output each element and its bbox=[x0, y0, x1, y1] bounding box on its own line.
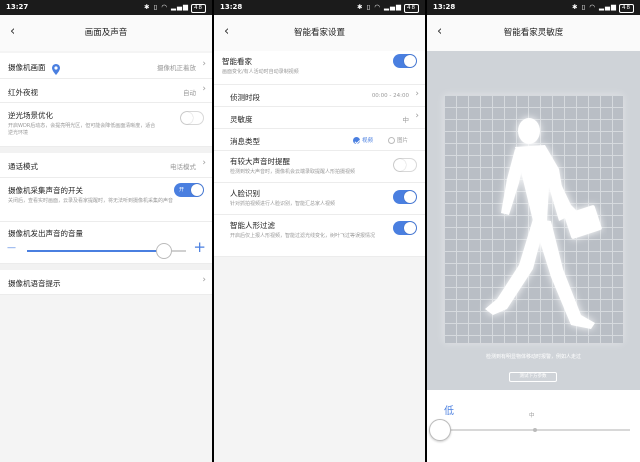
nav-bar: ‹ 智能看家设置 bbox=[214, 15, 425, 51]
location-pin-icon bbox=[52, 60, 60, 75]
backlight-label: 逆光场景优化 bbox=[8, 111, 53, 120]
page-title: 智能看家设置 bbox=[293, 28, 345, 38]
call-mode-value: 电话模式 bbox=[170, 163, 196, 171]
mic-switch-toggle[interactable]: 开 bbox=[174, 183, 204, 197]
camera-picture-item[interactable]: 摄像机画面 摄像机正着放 › bbox=[0, 53, 212, 79]
call-mode-item[interactable]: 通话模式 电话模式 › bbox=[0, 153, 212, 178]
volume-label: 摄像机发出声音的音量 bbox=[8, 229, 83, 238]
sensitivity-slider-panel: 低 中 bbox=[427, 390, 640, 462]
sensitivity-slider[interactable] bbox=[429, 419, 630, 441]
chevron-right-icon: › bbox=[202, 84, 206, 94]
volume-minus-icon[interactable]: — bbox=[7, 243, 16, 253]
smart-guard-desc: 画面变化/有人活动时自动录制视频 bbox=[222, 69, 299, 75]
chevron-right-icon: › bbox=[202, 59, 206, 69]
status-bar: 13:28 ✱ ▯ ◠ ▂▄▆ 48 bbox=[427, 0, 640, 15]
battery-icon: 48 bbox=[404, 4, 419, 13]
status-icons: ✱ ▯ ◠ ▂▄▆ bbox=[144, 3, 189, 11]
face-rec-label: 人脸识别 bbox=[230, 189, 260, 198]
detect-period-value: 00:00 - 24:00 bbox=[371, 93, 409, 99]
motion-preview: 检测到有明显物体移动时报警，例如人走过 测试下方参数 bbox=[427, 51, 640, 390]
test-button[interactable]: 测试下方参数 bbox=[509, 372, 557, 382]
chevron-right-icon: › bbox=[415, 111, 419, 121]
screen-sensitivity: 13:28 ✱ ▯ ◠ ▂▄▆ 48 ‹ 智能看家灵敏度 检测到有明显物体移动时… bbox=[427, 0, 640, 462]
voice-prompt-label: 摄像机语音提示 bbox=[8, 279, 61, 288]
smart-guard-item: 智能看家 画面变化/有人活动时自动录制视频 bbox=[214, 51, 425, 85]
camera-picture-value: 摄像机正着放 bbox=[157, 64, 196, 72]
status-time: 13:28 bbox=[433, 3, 456, 11]
chevron-right-icon: › bbox=[202, 158, 206, 168]
detect-period-item[interactable]: 侦测时段 00:00 - 24:00 › bbox=[214, 85, 425, 107]
human-filter-label: 智能人形过滤 bbox=[230, 221, 275, 230]
mic-switch-label: 摄像机采集声音的开关 bbox=[8, 186, 83, 195]
volume-slider-knob[interactable] bbox=[155, 243, 172, 259]
battery-icon: 48 bbox=[191, 4, 206, 13]
mic-switch-desc: 关闭后，查看实时画面，云录及看家提醒时，将无法听到摄像机采集的声音 bbox=[8, 198, 174, 204]
page-title: 画面及声音 bbox=[84, 28, 128, 38]
low-label: 低 bbox=[444, 406, 454, 417]
sensitivity-slider-knob[interactable] bbox=[429, 419, 451, 441]
face-rec-toggle[interactable] bbox=[393, 190, 417, 204]
detect-period-label: 侦测时段 bbox=[230, 93, 260, 102]
battery-icon: 48 bbox=[619, 4, 634, 13]
face-rec-item: 人脸识别 针对抓拍视频进行人脸识别，智能汇总家人视频 bbox=[214, 183, 425, 215]
volume-item: 摄像机发出声音的音量 — + bbox=[0, 222, 212, 264]
volume-slider[interactable] bbox=[27, 243, 186, 259]
human-filter-toggle[interactable] bbox=[393, 221, 417, 235]
settings-list: 摄像机画面 摄像机正着放 › 红外夜视 自动 › 逆光场景优化 开启WDR后动态… bbox=[0, 53, 212, 295]
call-mode-label: 通话模式 bbox=[8, 162, 38, 171]
chevron-right-icon: › bbox=[202, 275, 206, 285]
status-bar: 13:27 ✱ ▯ ◠ ▂▄▆ 48 bbox=[0, 0, 212, 15]
screen-smart-guard: 13:28 ✱ ▯ ◠ ▂▄▆ 48 ‹ 智能看家设置 智能看家 画面变化/有人活… bbox=[214, 0, 425, 462]
status-bar: 13:28 ✱ ▯ ◠ ▂▄▆ 48 bbox=[214, 0, 425, 15]
loud-sound-label: 有较大声音时提醒 bbox=[230, 157, 290, 166]
loud-sound-toggle[interactable] bbox=[393, 158, 417, 172]
status-icons: ✱ ▯ ◠ ▂▄▆ bbox=[357, 3, 402, 11]
toggle-text: 开 bbox=[179, 187, 185, 193]
smart-guard-toggle[interactable] bbox=[393, 54, 417, 68]
face-rec-desc: 针对抓拍视频进行人脸识别，智能汇总家人视频 bbox=[230, 201, 336, 207]
status-icons: ✱ ▯ ◠ ▂▄▆ bbox=[572, 3, 617, 11]
backlight-toggle[interactable] bbox=[180, 111, 204, 125]
nav-bar: ‹ 智能看家灵敏度 bbox=[427, 15, 640, 51]
radio-icon bbox=[388, 137, 395, 144]
human-filter-item: 智能人形过滤 开启后仅上报人形视频，智能过滤光线变化，树叶飞过等误报情况 bbox=[214, 215, 425, 257]
status-time: 13:27 bbox=[6, 3, 29, 11]
voice-prompt-item[interactable]: 摄像机语音提示 › bbox=[0, 270, 212, 295]
mic-switch-item: 摄像机采集声音的开关 关闭后，查看实时画面，云录及看家提醒时，将无法听到摄像机采… bbox=[0, 178, 212, 222]
sensitivity-hint: 检测到有明显物体移动时报警，例如人走过 bbox=[485, 354, 581, 360]
backlight-item: 逆光场景优化 开启WDR后动态，会提亮明光区，但可能会降低画面清晰度，适合逆光环… bbox=[0, 103, 212, 147]
chevron-right-icon: › bbox=[415, 89, 419, 99]
settings-list: 智能看家 画面变化/有人活动时自动录制视频 侦测时段 00:00 - 24:00… bbox=[214, 51, 425, 257]
smart-guard-label: 智能看家 bbox=[222, 57, 252, 66]
night-vision-item[interactable]: 红外夜视 自动 › bbox=[0, 79, 212, 103]
camera-picture-label: 摄像机画面 bbox=[8, 63, 46, 72]
mid-label: 中 bbox=[529, 413, 535, 419]
sensitivity-value: 中 bbox=[402, 116, 410, 124]
sensitivity-tick-mid bbox=[533, 428, 537, 432]
screen-picture-sound: 13:27 ✱ ▯ ◠ ▂▄▆ 48 ‹ 画面及声音 摄像机画面 摄像机正着放 ›… bbox=[0, 0, 212, 462]
loud-sound-item: 有较大声音时提醒 检测到较大声音时，摄像机会云端录取提醒人形拍摄视频 bbox=[214, 151, 425, 183]
msg-type-item: 消息类型 视频 图片 bbox=[214, 129, 425, 151]
page-title: 智能看家灵敏度 bbox=[503, 28, 564, 38]
sensitivity-item[interactable]: 灵敏度 中 › bbox=[214, 107, 425, 129]
nav-bar: ‹ 画面及声音 bbox=[0, 15, 212, 51]
night-vision-value: 自动 bbox=[183, 89, 196, 97]
volume-slider-fill bbox=[27, 250, 164, 252]
loud-sound-desc: 检测到较大声音时，摄像机会云端录取提醒人形拍摄视频 bbox=[230, 169, 356, 175]
msg-type-label: 消息类型 bbox=[230, 137, 260, 146]
human-filter-desc: 开启后仅上报人形视频，智能过滤光线变化，树叶飞过等误报情况 bbox=[230, 233, 376, 239]
msg-type-image-option[interactable]: 图片 bbox=[388, 136, 408, 144]
walking-person-icon bbox=[485, 118, 602, 329]
sensitivity-label: 灵敏度 bbox=[230, 115, 253, 124]
backlight-desc: 开启WDR后动态，会提亮明光区，但可能会降低画面清晰度，适合逆光环境 bbox=[8, 123, 156, 136]
msg-type-video-option[interactable]: 视频 bbox=[353, 136, 373, 144]
radio-checked-icon bbox=[353, 137, 360, 144]
volume-plus-icon[interactable]: + bbox=[193, 238, 206, 256]
status-time: 13:28 bbox=[220, 3, 243, 11]
night-vision-label: 红外夜视 bbox=[8, 88, 38, 97]
